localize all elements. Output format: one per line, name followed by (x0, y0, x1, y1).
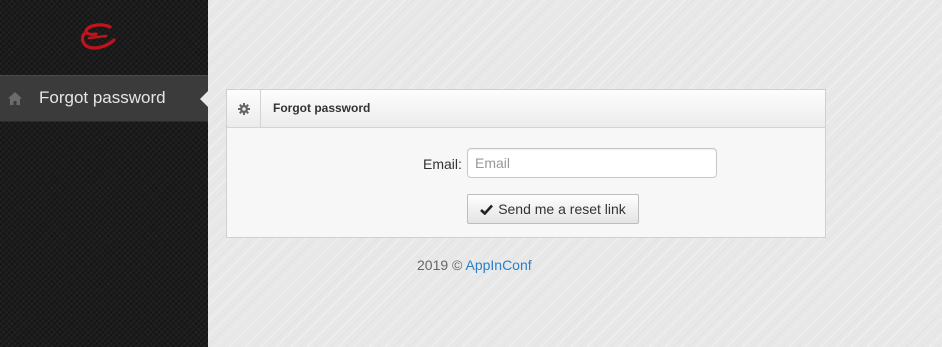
sidebar: Forgot password (0, 0, 208, 347)
footer: 2019 © AppInConf (417, 257, 532, 273)
email-field[interactable] (467, 148, 717, 178)
panel-header: Forgot password (227, 90, 825, 128)
brand-link[interactable]: AppInConf (465, 257, 531, 273)
panel-icon-box (227, 90, 261, 127)
home-icon (8, 92, 22, 105)
send-reset-link-button[interactable]: Send me a reset link (467, 194, 639, 224)
send-reset-link-label: Send me a reset link (498, 201, 626, 217)
email-label: Email: (423, 156, 462, 172)
gear-icon (237, 102, 250, 115)
sidebar-item-forgot-password[interactable]: Forgot password (0, 75, 208, 122)
brand-logo[interactable] (80, 22, 118, 52)
active-indicator (200, 91, 208, 107)
forgot-password-panel: Forgot password Email: Send me a reset l… (226, 89, 826, 238)
copyright-text: 2019 © (417, 257, 463, 273)
sidebar-item-label: Forgot password (39, 88, 166, 107)
checkmark-icon (480, 204, 494, 215)
panel-title: Forgot password (273, 101, 371, 115)
